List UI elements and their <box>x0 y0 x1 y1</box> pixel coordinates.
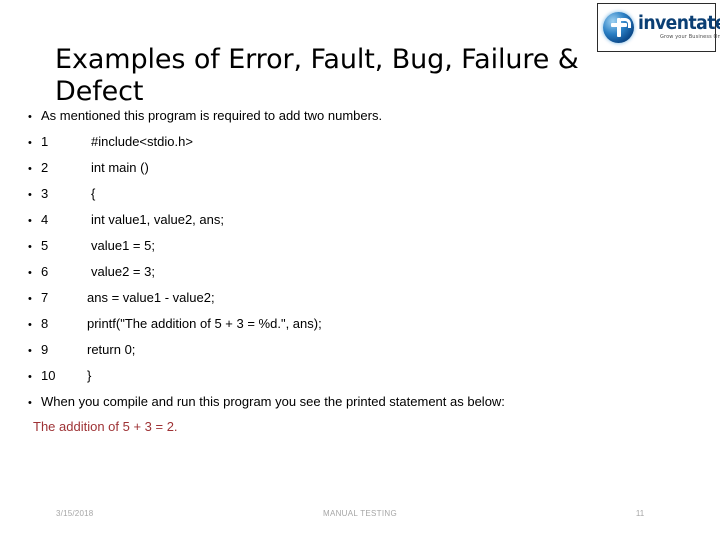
bullet-marker: • <box>28 371 32 383</box>
code-line-number: 6 <box>41 264 49 279</box>
code-line-number: 2 <box>41 160 49 175</box>
bullet-marker: • <box>28 293 32 305</box>
program-output-line: The addition of 5 + 3 = 2. <box>33 419 178 434</box>
logo-tagline: Grow your Business Online <box>660 34 720 40</box>
code-line-number: 8 <box>41 316 49 331</box>
code-listing: • 1 #include<stdio.h> • 2 int main () • 3 { • 4 int… <box>28 134 693 394</box>
code-line-row: • 3 { <box>28 186 693 212</box>
code-line-row: • 8 printf("The addition of 5 + 3 = %d.", … <box>28 316 693 342</box>
bullet-marker: • <box>28 319 32 331</box>
bullet-marker: • <box>28 345 32 357</box>
logo-text-group: inventateq Grow your Business Online <box>638 14 720 41</box>
bullet-marker: • <box>28 111 32 123</box>
code-line-number: 5 <box>41 238 49 253</box>
monogram-hook <box>621 18 631 28</box>
code-line-text: value1 = 5; <box>91 238 155 253</box>
bullet-closing-text: When you compile and run this program yo… <box>41 394 505 409</box>
bullet-marker: • <box>28 241 32 253</box>
code-line-row: • 1 #include<stdio.h> <box>28 134 693 160</box>
inventateq-tf-monogram-icon <box>603 12 634 43</box>
bullet-intro-text: As mentioned this program is required to… <box>41 108 383 123</box>
slide-title: Examples of Error, Fault, Bug, Failure &… <box>55 44 579 107</box>
footer-page-number: 11 <box>635 509 645 518</box>
code-line-row: • 10} <box>28 368 693 394</box>
bullet-marker: • <box>28 267 32 279</box>
code-line-row: • 7 ans = value1 - value2; <box>28 290 693 316</box>
code-line-text: int main () <box>91 160 149 175</box>
code-line-text: { <box>91 186 96 201</box>
code-line-number: 9 <box>41 342 49 357</box>
code-line-number: 10 <box>41 368 56 383</box>
code-line-row: • 4 int value1, value2, ans; <box>28 212 693 238</box>
code-line-number: 1 <box>41 134 49 149</box>
bullet-intro: • As mentioned this program is required … <box>28 108 693 134</box>
code-line-text: ans = value1 - value2; <box>87 290 215 305</box>
code-line-row: • 5 value1 = 5; <box>28 238 693 264</box>
code-line-text: return 0; <box>87 342 136 357</box>
bullet-closing: • When you compile and run this program … <box>28 394 693 420</box>
code-line-number: 7 <box>41 290 49 305</box>
slide-body: • As mentioned this program is required … <box>28 108 693 420</box>
code-line-text: } <box>87 368 92 383</box>
code-line-text: value2 = 3; <box>91 264 155 279</box>
code-line-text: int value1, value2, ans; <box>91 212 224 227</box>
code-line-text: #include<stdio.h> <box>91 134 193 149</box>
bullet-marker: • <box>28 397 32 409</box>
code-line-row: • 2 int main () <box>28 160 693 186</box>
bullet-marker: • <box>28 137 32 149</box>
code-line-row: • 9 return 0; <box>28 342 693 368</box>
code-line-number: 3 <box>41 186 49 201</box>
code-line-text: printf("The addition of 5 + 3 = %d.", an… <box>87 316 322 331</box>
logo-wordmark: inventateq <box>638 13 720 34</box>
code-line-row: • 6 value2 = 3; <box>28 264 693 290</box>
bullet-marker: • <box>28 189 32 201</box>
bullet-marker: • <box>28 215 32 227</box>
bullet-marker: • <box>28 163 32 175</box>
code-line-number: 4 <box>41 212 49 227</box>
slide-canvas: inventateq Grow your Business Online Exa… <box>0 0 720 540</box>
